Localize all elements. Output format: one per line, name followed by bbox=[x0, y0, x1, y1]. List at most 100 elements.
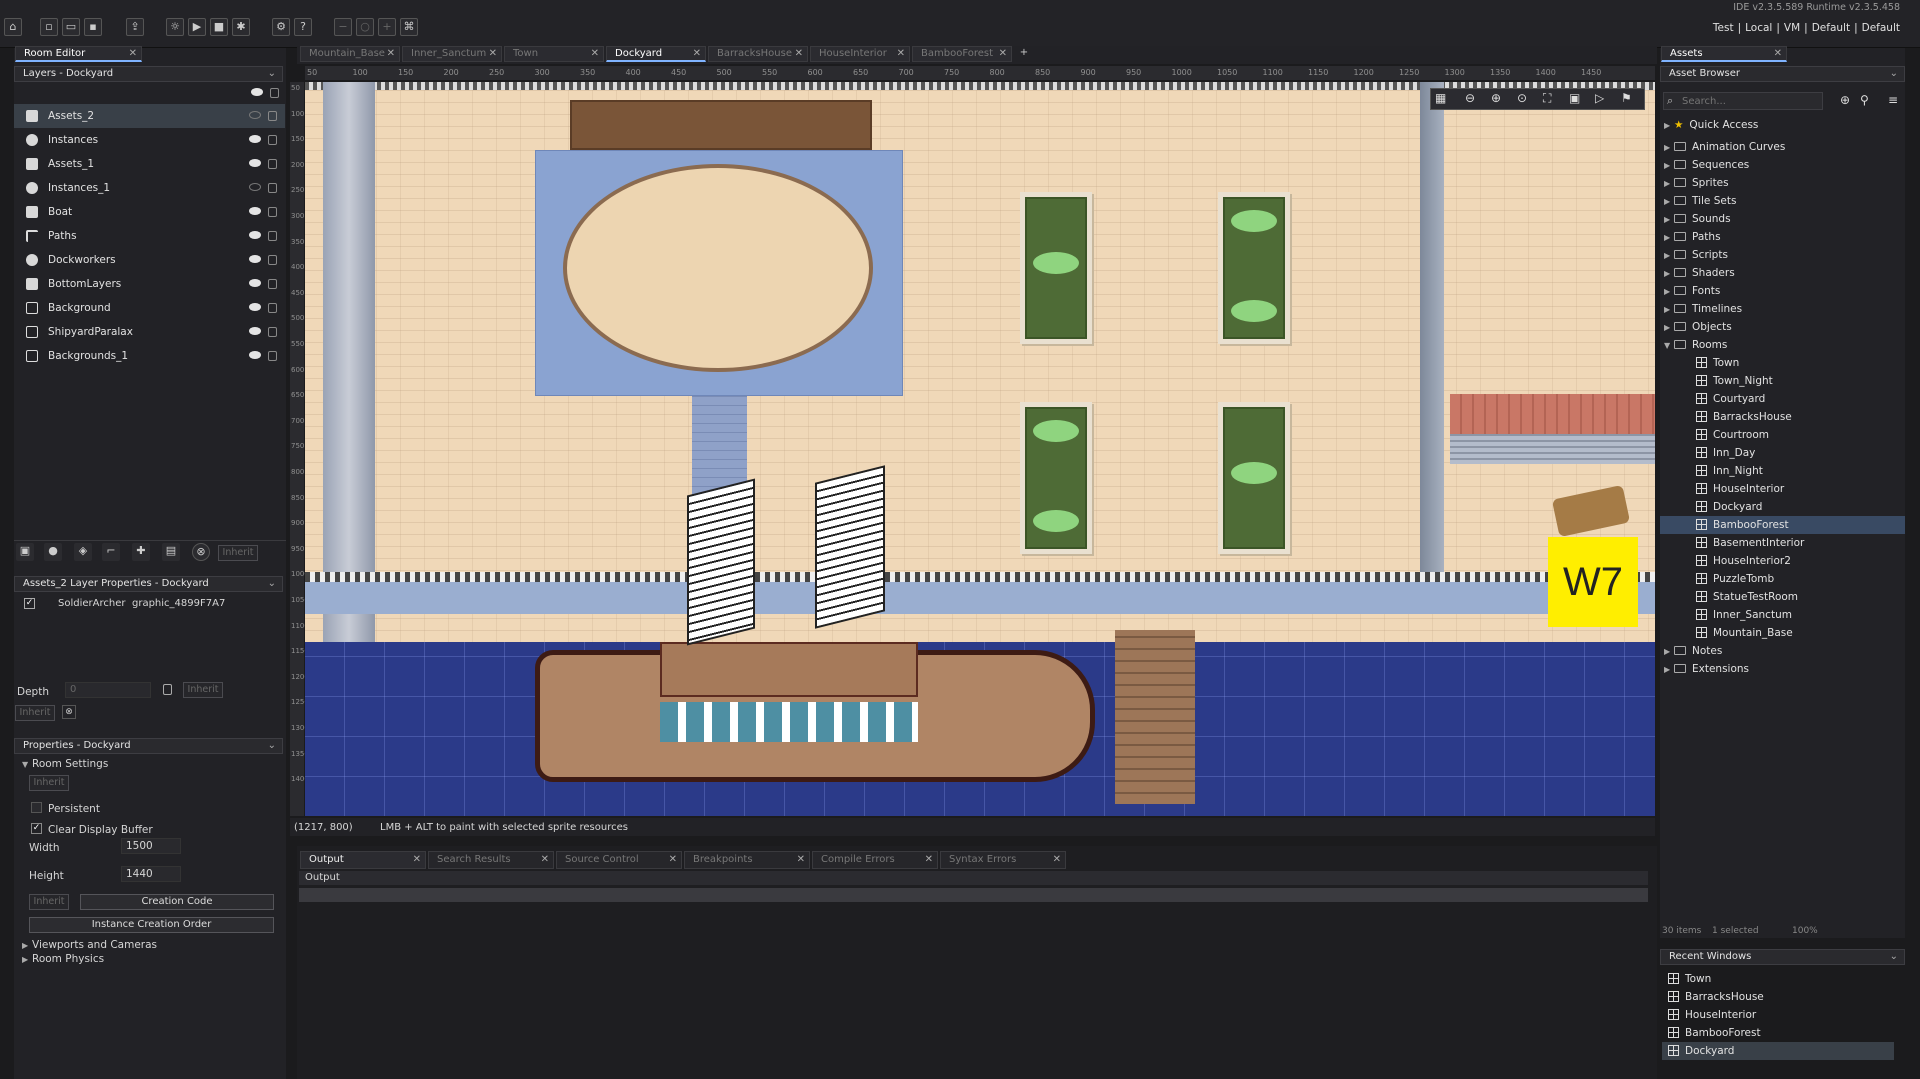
clear-icon[interactable]: ⊗ bbox=[62, 705, 76, 719]
doc-tab-houseinterior[interactable]: HouseInterior ✕ bbox=[810, 46, 910, 62]
target-config[interactable]: Test | Local | VM | Default | Default bbox=[1709, 22, 1900, 34]
recent-item-barrackshouse[interactable]: BarracksHouse bbox=[1662, 988, 1894, 1006]
depth-input[interactable]: 0 bbox=[65, 682, 151, 698]
close-icon[interactable]: ✕ bbox=[387, 47, 395, 61]
asset-visible-checkbox[interactable]: ✓ bbox=[24, 598, 35, 609]
instance-creation-order-button[interactable]: Instance Creation Order bbox=[29, 917, 274, 933]
clear-display-buffer-checkbox[interactable]: ✓ bbox=[31, 823, 42, 834]
close-icon[interactable]: ✕ bbox=[795, 47, 803, 61]
home-icon[interactable]: ⌂ bbox=[4, 18, 22, 36]
add-tile-layer-icon[interactable]: ◈ bbox=[74, 543, 92, 561]
open-project-icon[interactable]: ▭ bbox=[62, 18, 80, 36]
lock-icon[interactable] bbox=[268, 351, 277, 361]
doc-tab-mountain-base[interactable]: Mountain_Base ✕ bbox=[300, 46, 400, 62]
creation-code-button[interactable]: Creation Code bbox=[80, 894, 274, 910]
output-tab-syntax-errors[interactable]: Syntax Errors ✕ bbox=[940, 851, 1066, 869]
lock-icon[interactable] bbox=[268, 255, 277, 265]
eye-icon[interactable] bbox=[249, 159, 261, 167]
lock-icon[interactable] bbox=[268, 279, 277, 289]
asset-folder-paths[interactable]: ▶ Paths bbox=[1660, 228, 1905, 246]
lock-icon[interactable] bbox=[268, 183, 277, 193]
viewports-section[interactable]: ▶ Viewports and Cameras bbox=[22, 939, 157, 951]
close-icon[interactable]: ✕ bbox=[897, 47, 905, 61]
room-item-houseinterior[interactable]: HouseInterior bbox=[1660, 480, 1905, 498]
lock-icon[interactable] bbox=[268, 231, 277, 241]
doc-tab-barrackshouse[interactable]: BarracksHouse ✕ bbox=[708, 46, 808, 62]
layer-row-instances-1[interactable]: Instances_1 bbox=[14, 176, 285, 200]
close-icon[interactable]: ✕ bbox=[693, 47, 701, 61]
add-background-layer-icon[interactable]: ▣ bbox=[16, 543, 34, 561]
room-item-puzzletomb[interactable]: PuzzleTomb bbox=[1660, 570, 1905, 588]
recent-item-dockyard[interactable]: Dockyard bbox=[1662, 1042, 1894, 1060]
zoom-in-icon[interactable]: + bbox=[378, 18, 396, 36]
doc-tab-town[interactable]: Town ✕ bbox=[504, 46, 604, 62]
add-instance-layer-icon[interactable]: ● bbox=[44, 543, 62, 561]
recent-item-bambooforest[interactable]: BambooForest bbox=[1662, 1024, 1894, 1042]
close-icon[interactable]: ✕ bbox=[1053, 852, 1061, 868]
add-icon[interactable]: ⊕ bbox=[1840, 93, 1850, 107]
eye-icon[interactable] bbox=[249, 351, 261, 359]
asset-folder-objects[interactable]: ▶ Objects bbox=[1660, 318, 1905, 336]
layer-row-dockworkers[interactable]: Dockworkers bbox=[14, 248, 285, 272]
eye-icon[interactable] bbox=[249, 231, 261, 239]
eye-icon[interactable] bbox=[249, 279, 261, 287]
layers-dropdown[interactable]: Layers - Dockyard ⌄ bbox=[14, 66, 283, 82]
room-physics-section[interactable]: ▶ Room Physics bbox=[22, 953, 104, 965]
recent-item-houseinterior[interactable]: HouseInterior bbox=[1662, 1006, 1894, 1024]
run-icon[interactable]: ▶ bbox=[188, 18, 206, 36]
inherit-layer-button[interactable]: Inherit bbox=[218, 545, 258, 561]
asset-folder-timelines[interactable]: ▶ Timelines bbox=[1660, 300, 1905, 318]
lock-icon[interactable] bbox=[268, 111, 277, 121]
persistent-checkbox[interactable] bbox=[31, 802, 42, 813]
creation-code-inherit-button[interactable]: Inherit bbox=[29, 894, 69, 910]
room-item-courtyard[interactable]: Courtyard bbox=[1660, 390, 1905, 408]
asset-folder-notes[interactable]: ▶ Notes bbox=[1660, 642, 1905, 660]
eye-icon[interactable] bbox=[249, 111, 261, 119]
doc-tab-bambooforest[interactable]: BambooForest ✕ bbox=[912, 46, 1012, 62]
tab-room-editor[interactable]: Room Editor ✕ bbox=[15, 46, 142, 62]
asset-folder-rooms[interactable]: ▼ Rooms bbox=[1660, 336, 1905, 354]
room-item-basementinterior[interactable]: BasementInterior bbox=[1660, 534, 1905, 552]
lock-icon[interactable] bbox=[163, 684, 172, 695]
search-input[interactable] bbox=[1682, 94, 1818, 108]
recent-windows-dropdown[interactable]: Recent Windows ⌄ bbox=[1660, 949, 1905, 965]
add-path-layer-icon[interactable]: ⌐ bbox=[102, 543, 120, 561]
zoom-reset-icon[interactable]: ⊙ bbox=[1517, 91, 1527, 105]
eye-icon[interactable] bbox=[249, 183, 261, 191]
zoom-out-icon[interactable]: ⊖ bbox=[1465, 91, 1475, 105]
eye-icon[interactable] bbox=[249, 327, 261, 335]
flag-icon[interactable]: ⚑ bbox=[1621, 91, 1632, 105]
fit-icon[interactable]: ⛶ bbox=[1543, 91, 1551, 106]
output-tab-output[interactable]: Output ✕ bbox=[300, 851, 426, 869]
layer-properties-dropdown[interactable]: Assets_2 Layer Properties - Dockyard ⌄ bbox=[14, 576, 283, 592]
height-input[interactable]: 1440 bbox=[121, 866, 181, 882]
quick-access[interactable]: ▶ ★ Quick Access bbox=[1660, 116, 1905, 134]
layer-row-assets-1[interactable]: Assets_1 bbox=[14, 152, 285, 176]
debug-icon[interactable]: ☼ bbox=[166, 18, 184, 36]
asset-folder-sprites[interactable]: ▶ Sprites bbox=[1660, 174, 1905, 192]
layer-row-assets-2[interactable]: Assets_2 bbox=[14, 104, 285, 128]
toggle-all-visibility-icon[interactable] bbox=[251, 88, 263, 96]
doc-tab-dockyard[interactable]: Dockyard ✕ bbox=[606, 46, 706, 62]
play-icon[interactable]: ▷ bbox=[1595, 91, 1604, 105]
layer-inherit-button[interactable]: Inherit bbox=[15, 705, 55, 721]
room-item-inn-day[interactable]: Inn_Day bbox=[1660, 444, 1905, 462]
room-item-town[interactable]: Town bbox=[1660, 354, 1905, 372]
export-icon[interactable]: ⇪ bbox=[126, 18, 144, 36]
eye-icon[interactable] bbox=[249, 135, 261, 143]
width-input[interactable]: 1500 bbox=[121, 838, 181, 854]
room-item-barrackshouse[interactable]: BarracksHouse bbox=[1660, 408, 1905, 426]
lock-icon[interactable] bbox=[268, 207, 277, 217]
output-tab-breakpoints[interactable]: Breakpoints ✕ bbox=[684, 851, 810, 869]
menu-icon[interactable]: ≡ bbox=[1888, 93, 1898, 107]
room-item-houseinterior2[interactable]: HouseInterior2 bbox=[1660, 552, 1905, 570]
close-icon[interactable]: ✕ bbox=[591, 47, 599, 61]
asset-folder-scripts[interactable]: ▶ Scripts bbox=[1660, 246, 1905, 264]
close-icon[interactable]: ✕ bbox=[925, 852, 933, 868]
help-icon[interactable]: ? bbox=[294, 18, 312, 36]
close-icon[interactable]: ✕ bbox=[669, 852, 677, 868]
doc-tab-inner-sanctum[interactable]: Inner_Sanctum ✕ bbox=[402, 46, 502, 62]
output-log[interactable] bbox=[299, 888, 1648, 902]
asset-folder-animation-curves[interactable]: ▶ Animation Curves bbox=[1660, 138, 1905, 156]
zoom-out-icon[interactable]: − bbox=[334, 18, 352, 36]
